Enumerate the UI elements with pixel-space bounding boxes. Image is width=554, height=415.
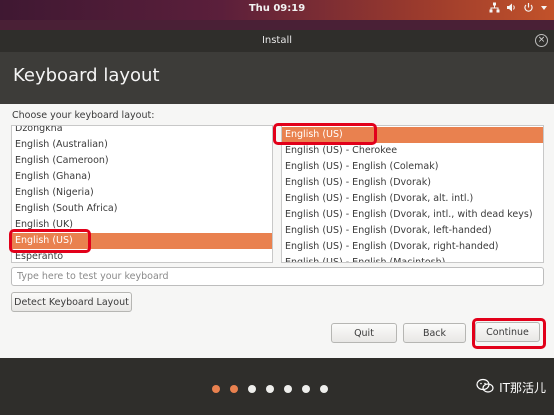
window-titlebar[interactable]: Install × [0,30,554,52]
system-tray[interactable] [489,2,548,13]
progress-dots [212,385,328,393]
variant-list-item[interactable]: English (US) - English (Dvorak) [282,175,543,191]
progress-dot [248,385,256,393]
layout-list-item[interactable]: English (Cameroon) [12,153,272,169]
quit-button[interactable]: Quit [331,323,397,343]
volume-icon[interactable] [506,2,517,13]
progress-dot [266,385,274,393]
layout-prompt: Choose your keyboard layout: [12,110,155,121]
layout-list-item[interactable]: English (US) [12,233,272,249]
variant-list-item[interactable]: English (US) - Cherokee [282,143,543,159]
window-title: Install [261,35,293,46]
progress-dot [302,385,310,393]
watermark: IT那活儿 [476,378,546,397]
layout-list-item[interactable]: English (Nigeria) [12,185,272,201]
chevron-down-icon[interactable] [540,4,548,12]
variant-list-item[interactable]: English (US) - English (Colemak) [282,159,543,175]
page-header: Keyboard layout [0,52,554,104]
clock[interactable]: Thu 09:19 [0,3,554,14]
layout-list-item[interactable]: English (Ghana) [12,169,272,185]
layout-list-item[interactable]: English (UK) [12,217,272,233]
layout-list[interactable]: Dzongkha English (Australian) English (Cam… [11,125,273,263]
keyboard-test-input[interactable] [11,267,544,286]
back-button[interactable]: Back [403,323,466,343]
layout-list-item[interactable]: English (South Africa) [12,201,272,217]
progress-dot [320,385,328,393]
page-title: Keyboard layout [13,65,160,86]
power-icon[interactable] [523,2,534,13]
continue-button[interactable]: Continue [475,322,540,342]
layout-list-item[interactable]: Esperanto [12,249,272,262]
variant-list-item[interactable]: English (US) - English (Macintosh) [282,255,543,262]
wechat-icon [476,378,494,397]
close-icon[interactable]: × [535,34,548,47]
network-icon[interactable] [489,2,500,13]
top-panel: Thu 09:19 [0,0,554,20]
layout-list-item[interactable]: English (Australian) [12,137,272,153]
layout-list-item[interactable]: Dzongkha [12,126,272,137]
progress-dot [230,385,238,393]
variant-list[interactable]: English (US) English (US) - Cherokee Engli… [281,125,544,263]
variant-list-item[interactable]: English (US) [282,127,543,143]
watermark-text: IT那活儿 [499,381,546,395]
variant-list-item[interactable]: English (US) - English (Dvorak, alt. int… [282,191,543,207]
detect-keyboard-layout-button[interactable]: Detect Keyboard Layout [11,292,132,312]
installer-window: Install × Keyboard layout Choose your ke… [0,30,554,358]
progress-dot [284,385,292,393]
bottom-bar: IT那活儿 [0,358,554,415]
variant-list-item[interactable]: English (US) - English (Dvorak, right-ha… [282,239,543,255]
variant-list-item[interactable]: English (US) - English (Dvorak, left-han… [282,223,543,239]
progress-dot [212,385,220,393]
variant-list-item[interactable]: English (US) - English (Dvorak, intl., w… [282,207,543,223]
